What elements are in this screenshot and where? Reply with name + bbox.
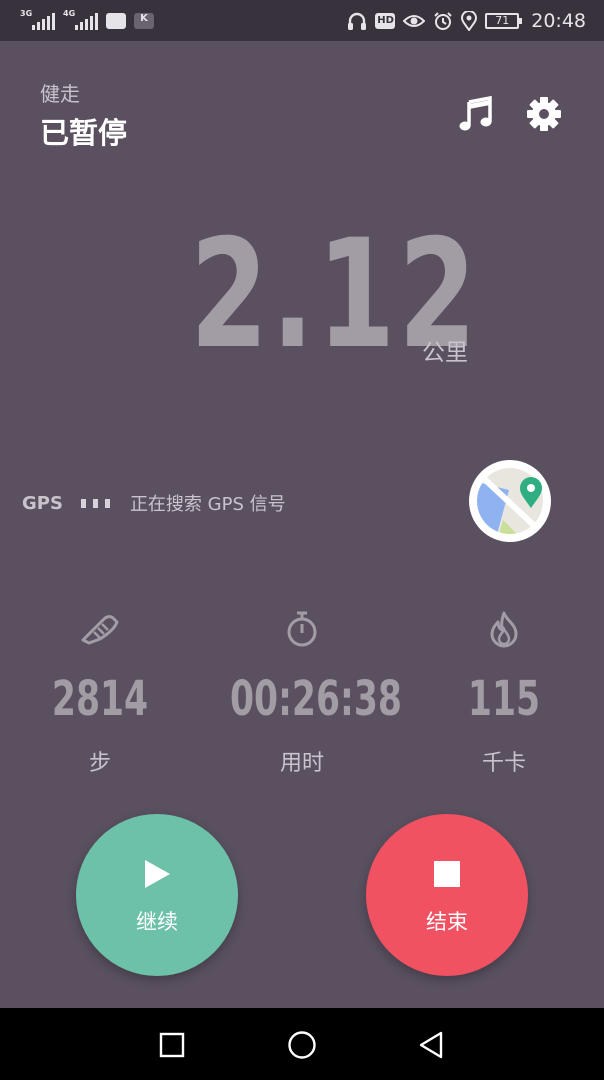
end-label: 结束 bbox=[426, 910, 468, 934]
end-button[interactable]: 结束 bbox=[366, 814, 528, 976]
distance-value: 2.12 bbox=[190, 208, 480, 382]
map-icon bbox=[473, 464, 547, 538]
hd-icon: HD bbox=[375, 12, 396, 29]
signal-icon: 4G bbox=[63, 9, 98, 30]
alarm-icon bbox=[434, 11, 452, 30]
message-icon bbox=[106, 12, 126, 29]
music-button[interactable] bbox=[454, 92, 498, 136]
duration-label: 用时 bbox=[279, 751, 324, 776]
signal-icon: 3G bbox=[20, 9, 55, 30]
steps-value: 2814 bbox=[51, 671, 149, 727]
steps-stat: 2814 步 bbox=[0, 605, 200, 777]
flame-icon bbox=[490, 611, 518, 648]
calories-label: 千卡 bbox=[481, 751, 526, 776]
status-time: 20:48 bbox=[531, 9, 586, 32]
back-button[interactable] bbox=[416, 1030, 446, 1060]
resume-label: 继续 bbox=[136, 910, 178, 934]
recent-apps-button[interactable] bbox=[157, 1030, 187, 1060]
gps-status-text: 正在搜索 GPS 信号 bbox=[129, 494, 286, 515]
play-icon bbox=[145, 860, 170, 888]
shoe-icon bbox=[81, 615, 119, 645]
settings-button[interactable] bbox=[522, 92, 566, 136]
sport-type-label: 健走 bbox=[40, 82, 80, 106]
stop-icon bbox=[434, 861, 460, 887]
circle-icon bbox=[288, 1031, 316, 1059]
duration-stat: 00:26:38 用时 bbox=[202, 605, 402, 777]
resume-button[interactable]: 继续 bbox=[76, 814, 238, 976]
duration-value: 00:26:38 bbox=[230, 671, 402, 727]
back-triangle-icon bbox=[419, 1031, 443, 1059]
gps-status-row: GPS 正在搜索 GPS 信号 bbox=[22, 490, 286, 516]
stopwatch-icon bbox=[287, 611, 317, 647]
calories-stat: 115 千卡 bbox=[404, 605, 604, 777]
app-k-icon: K bbox=[134, 12, 154, 29]
eye-icon bbox=[403, 14, 426, 27]
home-button[interactable] bbox=[287, 1030, 317, 1060]
page-title: 已暂停 bbox=[40, 116, 128, 150]
gps-signal-icon bbox=[80, 498, 110, 508]
map-button[interactable] bbox=[469, 460, 551, 542]
status-bar: 3G 4G K HD 71 20:48 bbox=[0, 0, 604, 41]
navigation-bar bbox=[0, 1008, 604, 1080]
battery-icon: 71 bbox=[485, 12, 523, 29]
distance-unit: 公里 bbox=[422, 340, 468, 366]
music-note-icon bbox=[459, 96, 492, 131]
gps-label: GPS bbox=[22, 492, 63, 514]
headphones-icon bbox=[348, 12, 367, 30]
location-icon bbox=[461, 10, 478, 31]
gear-icon bbox=[527, 97, 561, 131]
steps-label: 步 bbox=[88, 751, 111, 776]
square-icon bbox=[159, 1032, 185, 1058]
calories-value: 115 bbox=[467, 671, 541, 727]
